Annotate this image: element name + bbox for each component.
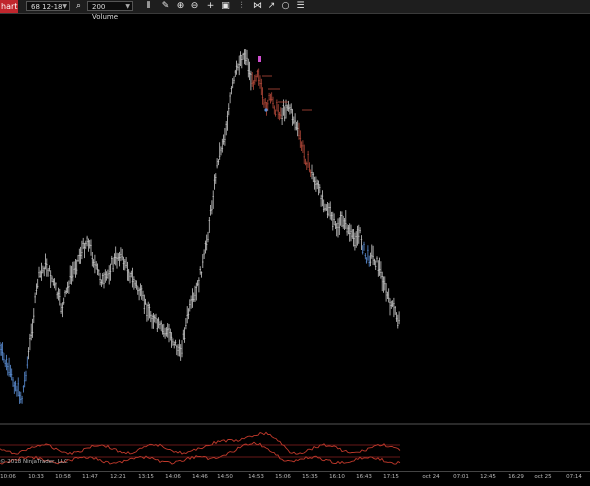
x-tick-label: 07:14 — [566, 474, 582, 480]
strategy-icon[interactable]: ⫶ — [236, 1, 247, 12]
performance-icon[interactable]: ⋈ — [252, 1, 263, 12]
instrument-selector[interactable]: 68 12-18 ▼ — [26, 1, 70, 11]
x-tick-label: 12:21 — [110, 474, 126, 480]
x-tick-label: 10:33 — [28, 474, 44, 480]
zoom-out-icon[interactable]: ⊖ — [189, 1, 200, 12]
pencil-icon[interactable]: ✎ — [160, 1, 171, 12]
trade-marker[interactable] — [258, 56, 261, 62]
refresh-icon[interactable]: ○ — [280, 1, 291, 12]
x-tick-label: 14:50 — [217, 474, 233, 480]
x-tick-label: 12:45 — [480, 474, 496, 480]
x-tick-label: 16:43 — [356, 474, 372, 480]
x-tick-label: 16:10 — [329, 474, 345, 480]
x-tick-label: oct 24 — [422, 474, 440, 480]
x-tick-label: oct 25 — [534, 474, 552, 480]
chevron-down-icon: ▼ — [62, 3, 67, 10]
zoom-in-icon[interactable]: ⊕ — [175, 1, 186, 12]
indicator-line-fast — [0, 431, 401, 455]
chart-tab[interactable]: hart — [0, 0, 18, 13]
search-icon[interactable]: ⌕ — [73, 1, 84, 12]
x-tick-label: 07:01 — [453, 474, 469, 480]
x-tick-label: 15:35 — [302, 474, 318, 480]
x-tick-label: 11:47 — [82, 474, 98, 480]
x-tick-label: 17:15 — [383, 474, 399, 480]
x-tick-label: 14:06 — [165, 474, 181, 480]
chevron-down-icon: ▼ — [125, 3, 130, 10]
x-tick-label: 14:46 — [192, 474, 208, 480]
snapshot-icon[interactable]: ▣ — [220, 1, 231, 12]
interval-selector[interactable]: 200 Volume ▼ — [87, 1, 133, 21]
entry-marker[interactable] — [264, 108, 268, 112]
list-icon[interactable]: ☰ — [295, 1, 306, 12]
performance-chart-icon[interactable]: ↗ — [266, 1, 277, 12]
indicator-panel[interactable] — [0, 425, 590, 470]
x-tick-label: 14:53 — [248, 474, 264, 480]
x-axis: 10:06 10:33 10:58 11:47 12:21 13:15 14:06 14:46… — [0, 471, 590, 486]
x-tick-label: 13:15 — [138, 474, 154, 480]
chart-toolbar: hart 68 12-18 ▼ ⌕ 200 Volume ▼ ⫴ ✎ ⊕ ⊖ +… — [0, 0, 590, 21]
price-chart[interactable] — [0, 14, 590, 423]
x-tick-label: 15:06 — [275, 474, 291, 480]
bar-chart-style-icon[interactable]: ⫴ — [143, 1, 154, 12]
instrument-value: 68 12-18 — [31, 3, 63, 11]
x-tick-label: 16:29 — [508, 474, 524, 480]
x-tick-label: 10:06 — [0, 474, 16, 480]
copyright-text: © 2018 NinjaTrader, LLC — [0, 459, 68, 465]
x-tick-label: 10:58 — [55, 474, 71, 480]
crosshair-icon[interactable]: + — [205, 1, 216, 12]
